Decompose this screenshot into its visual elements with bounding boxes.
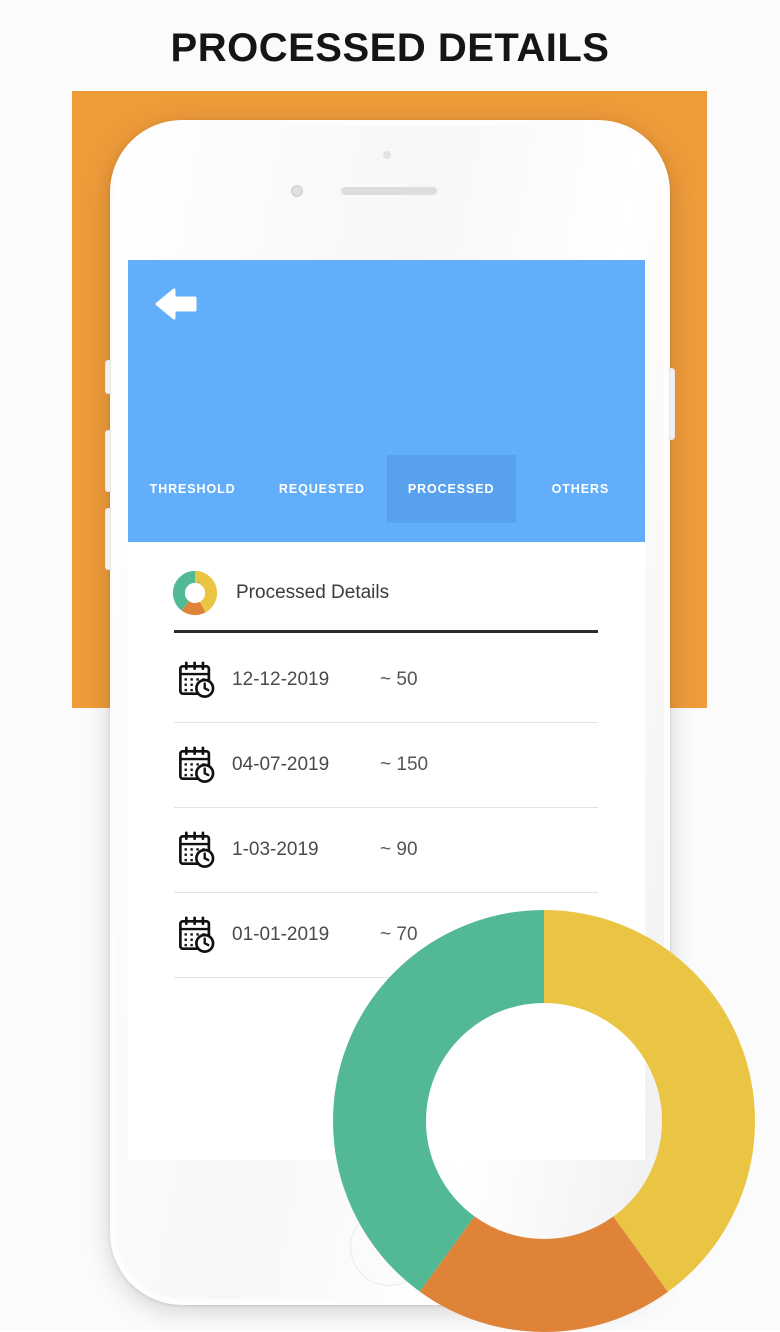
table-row[interactable]: 1-03-2019 ~ 90 <box>174 808 598 893</box>
row-value: ~ 150 <box>380 754 429 775</box>
section-divider <box>174 630 598 633</box>
page-title: PROCESSED DETAILS <box>170 26 610 70</box>
phone-volume-up-button[interactable] <box>105 430 111 492</box>
phone-proximity-sensor-icon <box>383 151 391 159</box>
row-value: ~ 90 <box>380 839 418 860</box>
donut-segments <box>333 910 755 1332</box>
phone-front-camera-icon <box>291 185 303 197</box>
row-date: 1-03-2019 <box>232 839 319 860</box>
tab-others[interactable]: OTHERS <box>516 455 645 523</box>
section-header: Processed Details <box>172 570 389 616</box>
row-date: 12-12-2019 <box>232 669 330 690</box>
phone-volume-down-button[interactable] <box>105 508 111 570</box>
section-title: Processed Details <box>236 582 390 603</box>
tab-requested[interactable]: REQUESTED <box>257 455 386 523</box>
calendar-clock-icon <box>179 831 215 868</box>
calendar-clock-icon <box>179 661 215 698</box>
phone-silent-switch[interactable] <box>105 360 111 394</box>
donut-chart-icon <box>172 570 218 616</box>
app-header-bar: THRESHOLD REQUESTED PROCESSED OTHERS <box>128 260 645 542</box>
arrow-left-icon <box>155 288 197 320</box>
tab-threshold[interactable]: THRESHOLD <box>128 455 257 523</box>
calendar-clock-icon <box>179 746 215 783</box>
back-button[interactable] <box>150 278 202 330</box>
tab-bar[interactable]: THRESHOLD REQUESTED PROCESSED OTHERS <box>128 455 645 523</box>
table-row[interactable]: 12-12-2019 ~ 50 <box>174 638 598 723</box>
phone-earpiece-speaker <box>341 187 437 195</box>
processed-details-donut-chart <box>333 910 755 1332</box>
calendar-clock-icon <box>179 916 215 953</box>
table-row[interactable]: 04-07-2019 ~ 150 <box>174 723 598 808</box>
phone-power-button[interactable] <box>669 368 675 440</box>
row-date: 04-07-2019 <box>232 754 330 775</box>
tab-processed[interactable]: PROCESSED <box>386 455 516 523</box>
row-value: ~ 50 <box>380 669 418 690</box>
